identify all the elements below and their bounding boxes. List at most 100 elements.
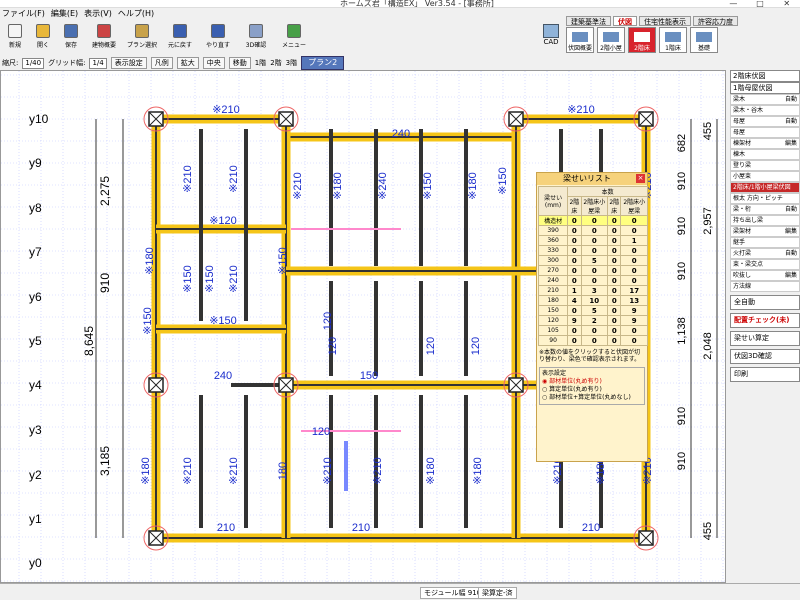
panel-button[interactable]: 全自動 bbox=[730, 295, 800, 310]
beam-count-cell[interactable]: 0 bbox=[567, 255, 582, 266]
beam-count-cell[interactable]: 0 bbox=[580, 335, 609, 346]
beam-count-cell[interactable]: 0 bbox=[607, 235, 622, 246]
panel-item[interactable]: 母屋 自動 bbox=[730, 116, 800, 127]
beam-count-cell[interactable]: 0 bbox=[580, 325, 609, 336]
beam-count-cell[interactable]: 0 bbox=[607, 215, 622, 226]
floor-tab[interactable]: 基礎 bbox=[690, 27, 718, 53]
beam-count-cell[interactable]: 0 bbox=[607, 285, 622, 296]
panel-item[interactable]: 束・梁交点 bbox=[730, 259, 800, 270]
beam-count-cell[interactable]: 0 bbox=[620, 225, 648, 236]
panel-item-action[interactable]: 編集 bbox=[785, 139, 797, 148]
beam-count-cell[interactable]: 0 bbox=[567, 265, 582, 276]
close-button[interactable]: ✕ bbox=[773, 0, 800, 8]
beam-count-cell[interactable]: 0 bbox=[607, 245, 622, 256]
toolbar-button[interactable]: 開く bbox=[30, 20, 56, 49]
menu-view[interactable]: 表示(V) bbox=[84, 8, 112, 20]
beam-count-cell[interactable]: 0 bbox=[580, 215, 609, 226]
panel-item[interactable]: 梁・桁 自動 bbox=[730, 204, 800, 215]
mode-tab[interactable]: 伏図 bbox=[613, 16, 637, 26]
panel-item-action[interactable]: 自動 bbox=[785, 95, 797, 104]
beam-count-cell[interactable]: 0 bbox=[607, 325, 622, 336]
panel-item-action[interactable]: 自動 bbox=[785, 205, 797, 214]
beam-count-cell[interactable]: 0 bbox=[620, 335, 648, 346]
beam-count-cell[interactable]: 9 bbox=[567, 315, 582, 326]
panel-item[interactable]: 吹抜し 編集 bbox=[730, 270, 800, 281]
beam-count-cell[interactable]: 0 bbox=[580, 265, 609, 276]
mode-tab[interactable]: 許容応力度 bbox=[693, 16, 738, 26]
panel-item[interactable]: 梁木・谷木 bbox=[730, 105, 800, 116]
display-settings-button[interactable]: 表示設定 bbox=[110, 57, 147, 69]
toolbar-button[interactable]: 元に戻す bbox=[162, 20, 198, 49]
beam-count-cell[interactable]: 0 bbox=[607, 265, 622, 276]
maximize-button[interactable]: □ bbox=[747, 0, 774, 8]
panel-item[interactable]: 梁木 自動 bbox=[730, 94, 800, 105]
panel-item-action[interactable]: 編集 bbox=[785, 227, 797, 236]
toolbar-button[interactable]: 保存 bbox=[58, 20, 84, 49]
beam-count-cell[interactable]: 13 bbox=[620, 295, 648, 306]
floor-radio-2[interactable]: 2階 bbox=[270, 58, 281, 68]
beam-count-cell[interactable]: 0 bbox=[580, 235, 609, 246]
beam-count-cell[interactable]: 0 bbox=[580, 225, 609, 236]
panel-button[interactable]: 梁せい算定 bbox=[730, 331, 800, 346]
floor-radio-3[interactable]: 3階 bbox=[286, 58, 297, 68]
beam-count-cell[interactable]: 0 bbox=[607, 255, 622, 266]
grid-select[interactable]: 1/4 bbox=[89, 57, 107, 69]
mode-tab[interactable]: 住宅性能表示 bbox=[639, 16, 691, 26]
beam-count-cell[interactable]: 0 bbox=[620, 275, 648, 286]
zoom-button[interactable]: 拡大 bbox=[176, 57, 199, 69]
beam-count-cell[interactable]: 4 bbox=[567, 295, 582, 306]
beam-count-cell[interactable]: 5 bbox=[580, 255, 609, 266]
beam-count-cell[interactable]: 1 bbox=[567, 285, 582, 296]
toolbar-button[interactable]: 新規 bbox=[2, 20, 28, 49]
display-option-radio[interactable]: ○ 算定単位(丸め有り) bbox=[542, 386, 642, 394]
beam-count-cell[interactable]: 0 bbox=[567, 225, 582, 236]
menu-edit[interactable]: 編集(E) bbox=[51, 8, 78, 20]
beam-count-cell[interactable]: 0 bbox=[620, 245, 648, 256]
minimize-button[interactable]: — bbox=[720, 0, 747, 8]
beam-count-cell[interactable]: 2 bbox=[580, 315, 609, 326]
beam-count-cell[interactable]: 0 bbox=[580, 275, 609, 286]
panel-item-action[interactable]: 自動 bbox=[785, 249, 797, 258]
menu-file[interactable]: ファイル(F) bbox=[2, 8, 45, 20]
beam-count-cell[interactable]: 9 bbox=[620, 315, 648, 326]
panel-item-action[interactable]: 自動 bbox=[785, 117, 797, 126]
beam-count-cell[interactable]: 0 bbox=[567, 275, 582, 286]
panel-item[interactable]: 母屋 bbox=[730, 127, 800, 138]
mode-tab[interactable]: 建築基準法 bbox=[566, 16, 611, 26]
panel-item[interactable]: 梁架材 編集 bbox=[730, 226, 800, 237]
beam-count-cell[interactable]: 17 bbox=[620, 285, 648, 296]
panel-item[interactable]: 継手 bbox=[730, 237, 800, 248]
scale-select[interactable]: 1/40 bbox=[22, 57, 45, 69]
floor-tab[interactable]: 1階床 bbox=[659, 27, 687, 53]
toolbar-button[interactable]: 3D確認 bbox=[238, 20, 274, 49]
center-button[interactable]: 中央 bbox=[202, 57, 225, 69]
beam-count-cell[interactable]: 0 bbox=[567, 215, 582, 226]
beam-count-cell[interactable]: 10 bbox=[580, 295, 609, 306]
beam-count-cell[interactable]: 0 bbox=[607, 225, 622, 236]
dialog-close-icon[interactable]: × bbox=[636, 174, 645, 183]
beam-count-cell[interactable]: 9 bbox=[620, 305, 648, 316]
floor-tab[interactable]: 2階床 bbox=[628, 27, 656, 53]
menu-help[interactable]: ヘルプ(H) bbox=[118, 8, 154, 20]
panel-button[interactable]: 配置チェック(未) bbox=[730, 313, 800, 328]
panel-item[interactable]: 棟架材 編集 bbox=[730, 138, 800, 149]
beam-count-cell[interactable]: 0 bbox=[620, 255, 648, 266]
legend-button[interactable]: 凡例 bbox=[150, 57, 173, 69]
beam-count-cell[interactable]: 0 bbox=[567, 305, 582, 316]
beam-count-cell[interactable]: 0 bbox=[567, 325, 582, 336]
panel-item[interactable]: 持ち出し梁 bbox=[730, 215, 800, 226]
panel-item[interactable]: 小屋束 bbox=[730, 171, 800, 182]
beam-count-cell[interactable]: 0 bbox=[620, 325, 648, 336]
beam-count-cell[interactable]: 0 bbox=[607, 335, 622, 346]
panel-item[interactable]: 方法線 bbox=[730, 281, 800, 292]
beam-count-cell[interactable]: 0 bbox=[620, 265, 648, 276]
toolbar-button[interactable]: 建物概要 bbox=[86, 20, 122, 49]
beam-count-cell[interactable]: 3 bbox=[580, 285, 609, 296]
beam-count-cell[interactable]: 1 bbox=[620, 235, 648, 246]
beam-count-cell[interactable]: 0 bbox=[607, 275, 622, 286]
beam-count-cell[interactable]: 0 bbox=[567, 245, 582, 256]
floor-radio-1[interactable]: 1階 bbox=[255, 58, 266, 68]
beam-count-cell[interactable]: 0 bbox=[567, 235, 582, 246]
display-option-radio[interactable]: ○ 部材単位+算定単位(丸めなし) bbox=[542, 394, 642, 402]
move-button[interactable]: 移動 bbox=[228, 57, 251, 69]
